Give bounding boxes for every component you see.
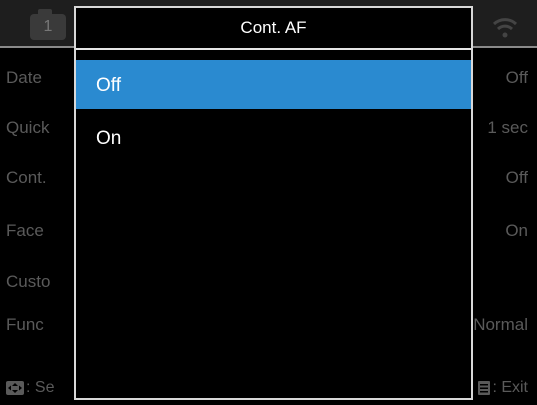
popup-title: Cont. AF: [240, 18, 307, 37]
cont-af-popup: Cont. AF Off On: [74, 6, 473, 400]
menu-row-label: Quick: [6, 118, 50, 137]
option-on[interactable]: On: [76, 113, 471, 162]
popup-title-divider: [76, 48, 471, 50]
menu-icon: [478, 381, 491, 395]
select-hint-label: : Se: [26, 379, 55, 396]
menu-row-label: Date: [6, 68, 42, 87]
menu-row-label: Custo: [6, 272, 51, 291]
wifi-icon: [492, 18, 518, 38]
camera-menu-screen: 1 Date Off Quick 1 sec Cont. Off Face On…: [0, 0, 537, 405]
dpad-icon: [6, 381, 24, 395]
menu-row-label: Cont.: [6, 168, 47, 187]
menu-row-label: Face: [6, 221, 44, 240]
camera-tab-number: 1: [43, 18, 53, 35]
menu-row-value: On: [505, 221, 528, 240]
option-label: On: [96, 128, 122, 149]
wifi-tab[interactable]: [480, 8, 530, 42]
option-off[interactable]: Off: [76, 60, 471, 109]
camera-icon: [38, 9, 52, 15]
menu-row-value: Off: [505, 68, 528, 87]
option-label: Off: [96, 75, 121, 96]
exit-hint: : Exit: [478, 379, 528, 397]
menu-row-value: Off: [505, 168, 528, 187]
camera-tab[interactable]: 1: [30, 9, 66, 40]
select-hint: : Se: [6, 379, 54, 397]
exit-hint-label: : Exit: [492, 379, 528, 396]
menu-row-value: 1 sec: [487, 118, 528, 137]
menu-row-label: Func: [6, 315, 44, 334]
menu-row-value: Normal: [473, 315, 528, 334]
